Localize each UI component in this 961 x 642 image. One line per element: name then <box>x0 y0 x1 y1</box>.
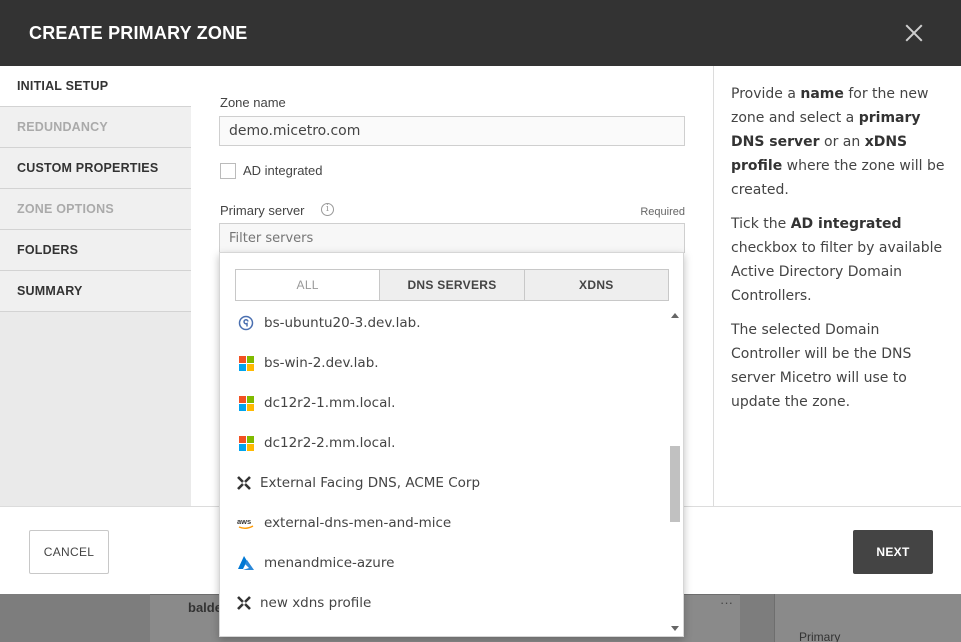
help-paragraph-3: The selected Domain Controller will be t… <box>731 322 912 410</box>
server-option[interactable]: bs-win-2.dev.lab. <box>220 343 668 383</box>
background-side-card: Primary <box>774 594 961 642</box>
aws-icon: aws <box>236 513 256 533</box>
tab-dns-servers[interactable]: DNS SERVERS <box>380 270 525 300</box>
step-folders[interactable]: FOLDERS <box>0 230 191 271</box>
next-button[interactable]: NEXT <box>853 530 933 574</box>
required-label: Required <box>640 206 685 218</box>
azure-icon <box>236 553 256 573</box>
dialog-title: CREATE PRIMARY ZONE <box>29 22 248 43</box>
server-type-tabs: ALL DNS SERVERS XDNS <box>235 269 669 301</box>
server-label: new xdns profile <box>260 595 372 611</box>
help-paragraph-2: Tick the AD integrated checkbox to filte… <box>731 216 943 304</box>
background-row-text: balde <box>188 600 222 615</box>
server-label: dc12r2-2.mm.local. <box>264 435 396 451</box>
info-icon[interactable]: i <box>321 203 334 216</box>
server-label: bs-ubuntu20-3.dev.lab. <box>264 315 421 331</box>
help-paragraph-1: Provide a name for the new zone and sele… <box>731 86 945 198</box>
tab-xdns[interactable]: XDNS <box>524 270 668 300</box>
ad-integrated-checkbox[interactable] <box>220 163 236 179</box>
windows-icon <box>236 353 256 373</box>
server-option[interactable]: bs-ubuntu20-3.dev.lab. <box>220 303 668 343</box>
server-option[interactable]: aws external-dns-men-and-mice <box>220 503 668 543</box>
server-label: dc12r2-1.mm.local. <box>264 395 396 411</box>
scroll-thumb[interactable] <box>670 446 680 522</box>
step-label: FOLDERS <box>17 243 79 257</box>
step-custom-properties[interactable]: CUSTOM PROPERTIES <box>0 148 191 189</box>
primary-server-label: Primary server <box>220 203 305 218</box>
scroll-up-icon[interactable] <box>671 313 679 318</box>
zone-name-input[interactable] <box>219 116 685 146</box>
ad-integrated-label: AD integrated <box>243 163 323 178</box>
server-option[interactable]: menandmice-azure <box>220 543 668 583</box>
step-label: SUMMARY <box>17 284 83 298</box>
windows-icon <box>236 433 256 453</box>
wizard-steps-nav: INITIAL SETUP REDUNDANCY CUSTOM PROPERTI… <box>0 66 192 506</box>
close-icon[interactable] <box>903 22 925 44</box>
step-label: ZONE OPTIONS <box>17 202 114 216</box>
server-label: external-dns-men-and-mice <box>264 515 452 531</box>
server-list: bs-ubuntu20-3.dev.lab. bs-win-2.dev.lab.… <box>220 303 668 637</box>
server-dropdown: ALL DNS SERVERS XDNS bs-ubuntu20-3.dev.l… <box>219 252 684 637</box>
server-option[interactable]: External Facing DNS, ACME Corp <box>220 463 668 503</box>
step-summary[interactable]: SUMMARY <box>0 271 191 312</box>
bind-icon <box>236 313 256 333</box>
zone-name-label: Zone name <box>220 95 286 110</box>
server-label: bs-win-2.dev.lab. <box>264 355 379 371</box>
cancel-button[interactable]: CANCEL <box>29 530 109 574</box>
server-label: menandmice-azure <box>264 555 395 571</box>
help-panel: Provide a name for the new zone and sele… <box>713 66 961 506</box>
svg-text:aws: aws <box>237 517 251 526</box>
xdns-icon <box>236 593 252 613</box>
step-label: INITIAL SETUP <box>17 79 109 93</box>
step-zone-options: ZONE OPTIONS <box>0 189 191 230</box>
server-list-scrollbar[interactable] <box>668 309 682 636</box>
tab-all[interactable]: ALL <box>236 270 381 300</box>
step-redundancy: REDUNDANCY <box>0 107 191 148</box>
scroll-down-icon[interactable] <box>671 626 679 631</box>
step-label: CUSTOM PROPERTIES <box>17 161 159 175</box>
step-initial-setup[interactable]: INITIAL SETUP <box>0 66 192 107</box>
step-label: REDUNDANCY <box>17 120 108 134</box>
dialog-header: CREATE PRIMARY ZONE <box>0 0 961 66</box>
server-label: External Facing DNS, ACME Corp <box>260 475 481 491</box>
server-option[interactable]: new xdns profile <box>220 583 668 623</box>
windows-icon <box>236 393 256 413</box>
filter-servers-input[interactable] <box>219 223 685 253</box>
server-option[interactable]: dc12r2-2.mm.local. <box>220 423 668 463</box>
background-more-icon: ··· <box>720 595 733 610</box>
background-side-text: Primary <box>799 630 841 642</box>
xdns-icon <box>236 473 252 493</box>
server-option[interactable]: dc12r2-1.mm.local. <box>220 383 668 423</box>
